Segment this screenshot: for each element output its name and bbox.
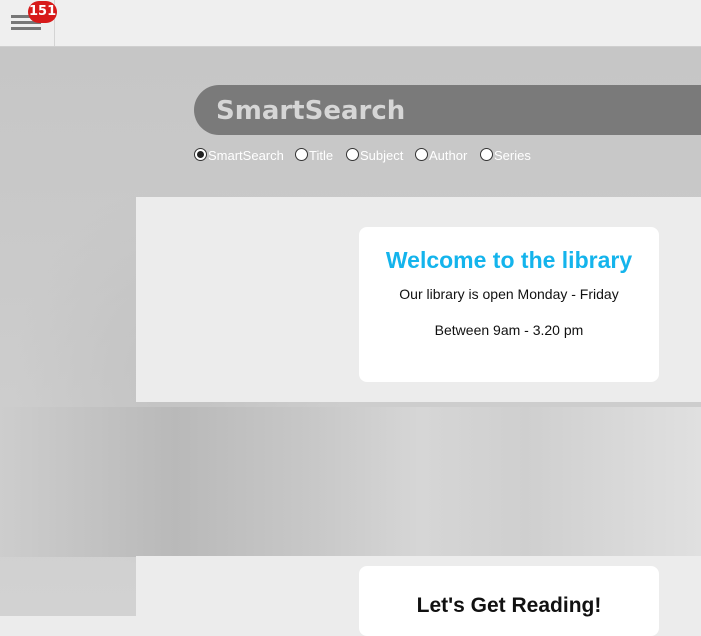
opening-days-text: Our library is open Monday - Friday: [399, 286, 619, 302]
radio-icon[interactable]: [194, 148, 207, 161]
radio-icon[interactable]: [480, 148, 493, 161]
search-bar: [194, 85, 701, 137]
radio-icon[interactable]: [346, 148, 359, 161]
reading-panel: Let's Get Reading!: [136, 556, 701, 636]
welcome-panel: Welcome to the library Our library is op…: [136, 197, 701, 402]
search-input[interactable]: [214, 85, 698, 137]
welcome-card: Welcome to the library Our library is op…: [359, 227, 659, 382]
opening-hours-text: Between 9am - 3.20 pm: [434, 322, 584, 338]
radio-label: Author: [429, 148, 468, 163]
radio-icon[interactable]: [415, 148, 428, 161]
radio-smartsearch[interactable]: SmartSearch: [194, 148, 284, 163]
radio-author[interactable]: Author: [415, 148, 467, 163]
reading-title: Let's Get Reading!: [416, 594, 602, 617]
welcome-title: Welcome to the library: [385, 247, 633, 273]
hero-photo: [0, 407, 701, 557]
menu-button[interactable]: 151: [0, 0, 58, 46]
radio-label: Title: [309, 148, 334, 163]
radio-label: Series: [494, 148, 531, 163]
radio-series[interactable]: Series: [480, 148, 531, 163]
radio-title[interactable]: Title: [295, 148, 333, 163]
top-bar: 151: [0, 0, 701, 47]
radio-subject[interactable]: Subject: [346, 148, 403, 163]
radio-icon[interactable]: [295, 148, 308, 161]
notification-badge: 151: [28, 1, 58, 23]
reading-card: Let's Get Reading!: [359, 566, 659, 636]
radio-label: SmartSearch: [208, 148, 284, 163]
radio-label: Subject: [360, 148, 404, 163]
